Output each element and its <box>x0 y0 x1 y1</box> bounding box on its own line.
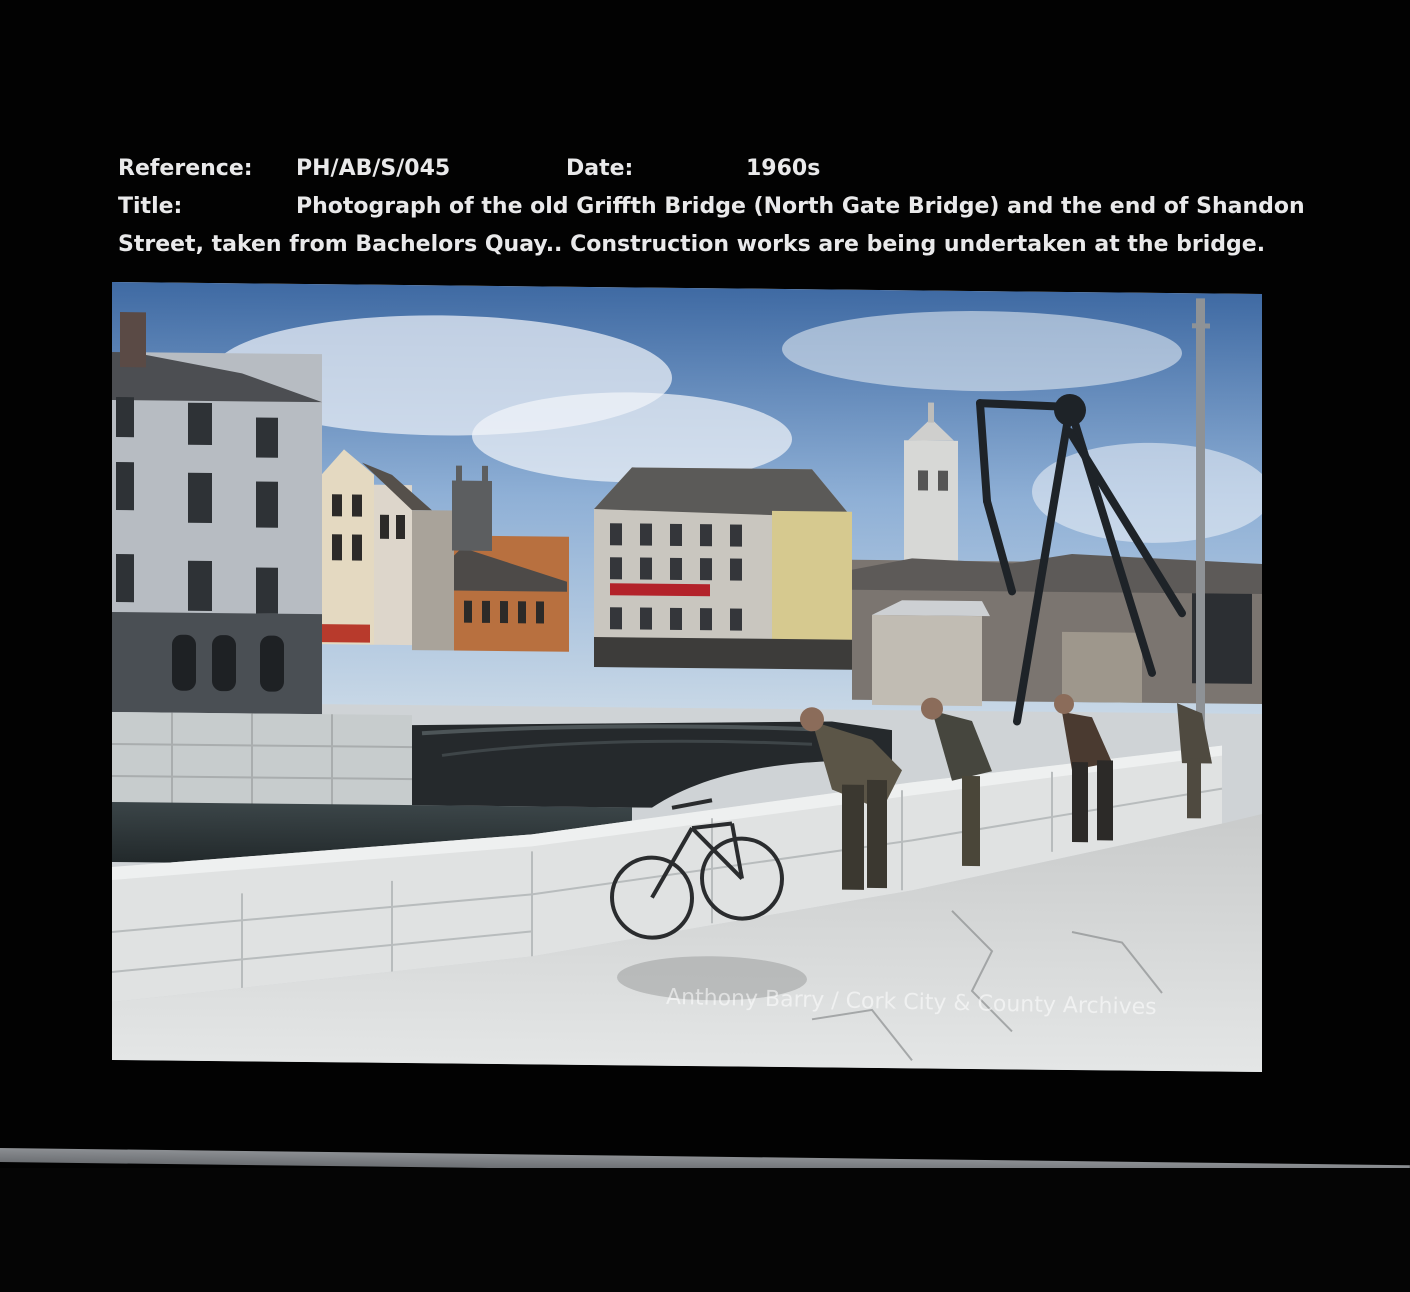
monitor-screen: Reference: PH/AB/S/045 Date: 1960s Title… <box>0 0 1410 1292</box>
title-row-continued: Street, taken from Bachelors Quay.. Cons… <box>118 226 1265 264</box>
photo-illustration <box>112 281 1262 1073</box>
title-text-line1: Photograph of the old Griffth Bridge (No… <box>296 194 1305 219</box>
monitor-lower-frame <box>0 1168 1410 1292</box>
archive-photograph <box>112 281 1262 1073</box>
title-label: Title: <box>118 194 183 219</box>
reference-row: Reference: PH/AB/S/045 Date: 1960s <box>118 150 1258 188</box>
reference-value: PH/AB/S/045 <box>296 156 451 181</box>
title-text-line2: Street, taken from Bachelors Quay.. Cons… <box>118 232 1266 257</box>
date-label: Date: <box>566 156 634 181</box>
date-value: 1960s <box>746 156 821 181</box>
record-metadata: Reference: PH/AB/S/045 Date: 1960s Title… <box>118 150 1305 264</box>
title-row: Title: Photograph of the old Griffth Bri… <box>118 188 1305 226</box>
reference-label: Reference: <box>118 156 253 181</box>
